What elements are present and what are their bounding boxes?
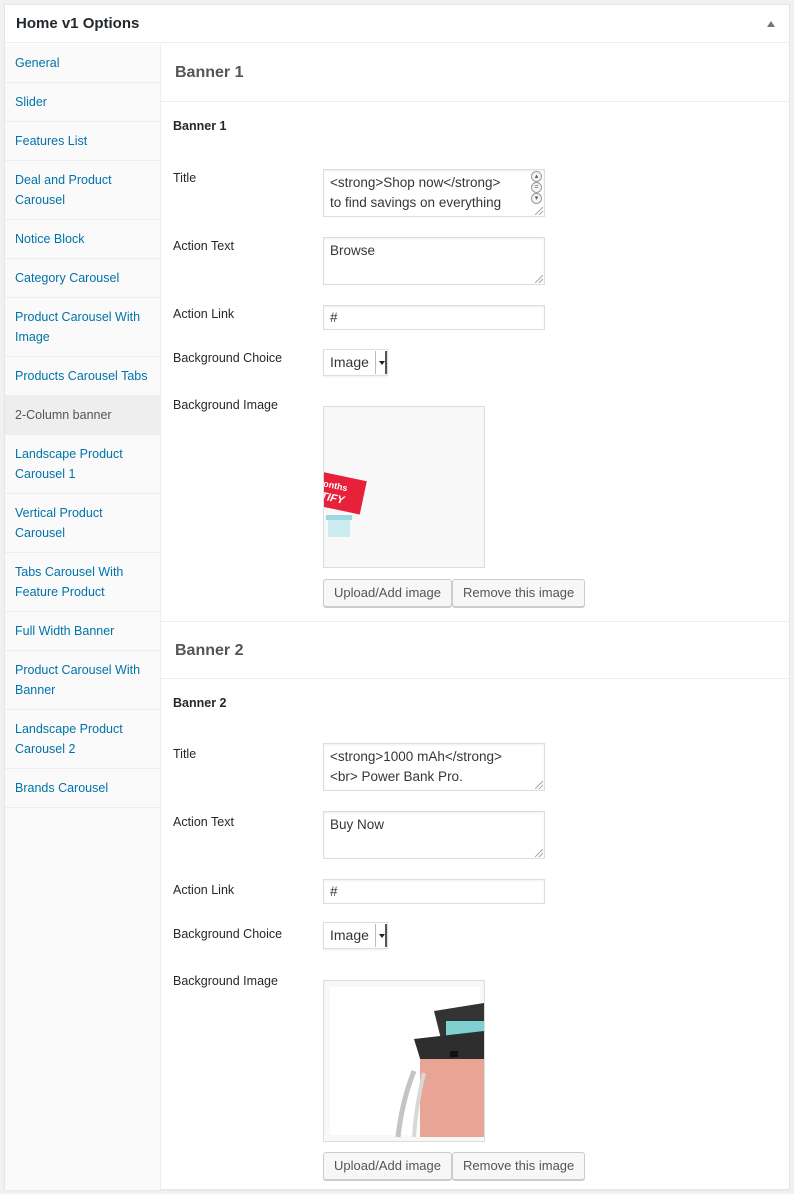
banner2-background-choice-label: Background Choice: [173, 927, 283, 941]
banner1-action-link-value: #: [330, 310, 338, 325]
banner1-sign-image: onths TIFY: [324, 407, 484, 567]
banner2-action-text-textarea[interactable]: Buy Now: [323, 811, 545, 859]
banner2-title-line1: <strong>1000 mAh</strong>: [330, 749, 502, 764]
sidebar-item-slider[interactable]: Slider: [5, 83, 160, 122]
scroll-up-icon[interactable]: ▴: [531, 171, 542, 182]
banner2-section-header: Banner 2: [161, 621, 789, 679]
sidebar-item-products-carousel-tabs[interactable]: Products Carousel Tabs: [5, 357, 160, 396]
banner2-background-choice-select[interactable]: Image: [323, 922, 388, 949]
options-content: Banner 1 Banner 1 Title <strong>Shop now…: [161, 44, 789, 1190]
banner2-title-textarea[interactable]: <strong>1000 mAh</strong> <br> Power Ban…: [323, 743, 545, 791]
banner1-section-header: Banner 1: [161, 44, 789, 102]
sidebar-item-2-column-banner[interactable]: 2-Column banner: [5, 396, 160, 435]
sidebar-item-product-carousel-with-image[interactable]: Product Carousel With Image: [5, 298, 160, 357]
banner2-action-link-input[interactable]: #: [323, 879, 545, 904]
banner1-background-choice-select[interactable]: Image: [323, 349, 388, 376]
banner1-action-link-label: Action Link: [173, 307, 235, 321]
banner2-action-link-value: #: [330, 884, 338, 899]
banner2-section-title: Banner 2: [175, 642, 244, 659]
banner2-subheading: Banner 2: [173, 696, 227, 710]
banner1-background-choice-label: Background Choice: [173, 351, 283, 365]
sidebar-item-category-carousel[interactable]: Category Carousel: [5, 259, 160, 298]
banner2-title-label: Title: [173, 747, 197, 761]
banner1-title-label: Title: [173, 171, 197, 185]
banner2-background-choice-value: Image: [330, 927, 369, 943]
sidebar-item-product-carousel-with-banner[interactable]: Product Carousel With Banner: [5, 651, 160, 710]
resize-grip-icon[interactable]: [535, 207, 543, 215]
banner1-subheading: Banner 1: [173, 119, 227, 133]
banner2-background-image-label: Background Image: [173, 974, 278, 988]
banner2-action-text-label: Action Text: [173, 815, 234, 829]
banner1-action-link-input[interactable]: #: [323, 305, 545, 330]
banner1-section-title: Banner 1: [175, 64, 244, 81]
resize-grip-icon[interactable]: [535, 849, 543, 857]
sidebar-item-brands-carousel[interactable]: Brands Carousel: [5, 769, 160, 808]
banner2-image-preview: [323, 980, 485, 1142]
banner1-image-preview: onths TIFY: [323, 406, 485, 568]
chevron-down-icon: [375, 924, 387, 947]
sidebar-item-notice-block[interactable]: Notice Block: [5, 220, 160, 259]
sidebar-item-landscape-product-carousel-1[interactable]: Landscape Product Carousel 1: [5, 435, 160, 494]
sidebar-item-landscape-product-carousel-2[interactable]: Landscape Product Carousel 2: [5, 710, 160, 769]
options-sidebar: General Slider Features List Deal and Pr…: [5, 44, 161, 1190]
banner1-action-text-label: Action Text: [173, 239, 234, 253]
chevron-down-icon: [375, 351, 387, 374]
banner1-background-image-label: Background Image: [173, 398, 278, 412]
scroll-down-icon[interactable]: ▾: [531, 193, 542, 204]
banner1-title-line1: <strong>Shop now</strong>: [330, 175, 501, 190]
sidebar-item-general[interactable]: General: [5, 44, 160, 83]
sidebar-item-vertical-product-carousel[interactable]: Vertical Product Carousel: [5, 494, 160, 553]
banner2-action-link-label: Action Link: [173, 883, 235, 897]
banner2-powerbank-image: [324, 981, 484, 1141]
banner2-remove-image-button[interactable]: Remove this image: [452, 1152, 586, 1180]
home-v1-options-panel: Home v1 Options General Slider Features …: [4, 4, 790, 1190]
banner1-action-text-textarea[interactable]: Browse: [323, 237, 545, 285]
banner1-upload-image-button[interactable]: Upload/Add image: [323, 579, 452, 607]
banner2-title-line2: <br> Power Bank Pro.: [330, 769, 463, 784]
panel-header[interactable]: Home v1 Options: [5, 5, 789, 43]
sidebar-item-deal-and-product-carousel[interactable]: Deal and Product Carousel: [5, 161, 160, 220]
textarea-scroll-control[interactable]: ▴ = ▾: [531, 171, 543, 204]
banner1-background-choice-value: Image: [330, 354, 369, 370]
collapse-toggle-icon[interactable]: [767, 21, 775, 27]
banner1-title-textarea[interactable]: <strong>Shop now</strong> to find saving…: [323, 169, 545, 217]
sidebar-item-features-list[interactable]: Features List: [5, 122, 160, 161]
resize-grip-icon[interactable]: [535, 275, 543, 283]
sidebar-item-tabs-carousel-with-feature-product[interactable]: Tabs Carousel With Feature Product: [5, 553, 160, 612]
panel-title: Home v1 Options: [16, 15, 140, 32]
resize-grip-icon[interactable]: [535, 781, 543, 789]
banner1-title-line2: to find savings on everything: [330, 195, 502, 210]
banner2-upload-image-button[interactable]: Upload/Add image: [323, 1152, 452, 1180]
scroll-stop-icon[interactable]: =: [531, 182, 542, 193]
banner1-remove-image-button[interactable]: Remove this image: [452, 579, 586, 607]
banner1-action-text-value: Browse: [330, 243, 376, 258]
banner2-action-text-value: Buy Now: [330, 817, 385, 832]
sidebar-item-full-width-banner[interactable]: Full Width Banner: [5, 612, 160, 651]
